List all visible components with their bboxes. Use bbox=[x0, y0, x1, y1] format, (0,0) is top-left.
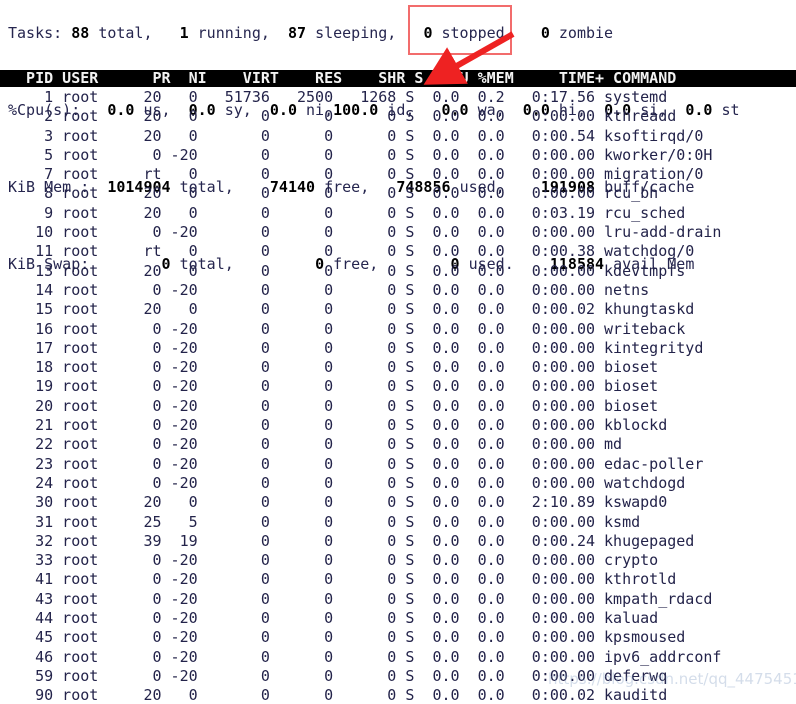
table-row[interactable]: 30 root 20 0 0 0 0 S 0.0 0.0 2:10.89 ksw… bbox=[8, 493, 796, 512]
table-row[interactable]: 21 root 0 -20 0 0 0 S 0.0 0.0 0:00.00 kb… bbox=[8, 416, 796, 435]
table-row[interactable]: 41 root 0 -20 0 0 0 S 0.0 0.0 0:00.00 kt… bbox=[8, 570, 796, 589]
table-header-bar: PID USER PR NI VIRT RES SHR S %CPU %MEM … bbox=[0, 70, 796, 87]
table-row[interactable]: 16 root 0 -20 0 0 0 S 0.0 0.0 0:00.00 wr… bbox=[8, 320, 796, 339]
table-row[interactable]: 19 root 0 -20 0 0 0 S 0.0 0.0 0:00.00 bi… bbox=[8, 377, 796, 396]
tasks-stopped-label: stopped, bbox=[441, 23, 514, 42]
table-row[interactable]: 14 root 0 -20 0 0 0 S 0.0 0.0 0:00.00 ne… bbox=[8, 281, 796, 300]
table-row[interactable]: 23 root 0 -20 0 0 0 S 0.0 0.0 0:00.00 ed… bbox=[8, 455, 796, 474]
table-row[interactable]: 2 root 20 0 0 0 0 S 0.0 0.0 0:00.00 kthr… bbox=[8, 107, 796, 126]
table-row[interactable]: 17 root 0 -20 0 0 0 S 0.0 0.0 0:00.00 ki… bbox=[8, 339, 796, 358]
table-row[interactable]: 22 root 0 -20 0 0 0 S 0.0 0.0 0:00.00 md bbox=[8, 435, 796, 454]
tasks-total-label: total, bbox=[98, 23, 153, 42]
table-row[interactable]: 33 root 0 -20 0 0 0 S 0.0 0.0 0:00.00 cr… bbox=[8, 551, 796, 570]
table-row[interactable]: 15 root 20 0 0 0 0 S 0.0 0.0 0:00.02 khu… bbox=[8, 300, 796, 319]
table-row[interactable]: 46 root 0 -20 0 0 0 S 0.0 0.0 0:00.00 ip… bbox=[8, 648, 796, 667]
table-header-text[interactable]: PID USER PR NI VIRT RES SHR S %CPU %MEM … bbox=[8, 70, 676, 87]
tasks-zombie-label: zombie bbox=[558, 23, 614, 42]
table-row[interactable]: 10 root 0 -20 0 0 0 S 0.0 0.0 0:00.00 lr… bbox=[8, 223, 796, 242]
tasks-sleeping-label: sleeping, bbox=[315, 23, 397, 42]
tasks-sleeping-value: 87 bbox=[287, 23, 307, 42]
table-row[interactable]: 18 root 0 -20 0 0 0 S 0.0 0.0 0:00.00 bi… bbox=[8, 358, 796, 377]
tasks-zombie-value: 0 bbox=[540, 23, 550, 42]
table-row[interactable]: 20 root 0 -20 0 0 0 S 0.0 0.0 0:00.00 bi… bbox=[8, 397, 796, 416]
table-row[interactable]: 44 root 0 -20 0 0 0 S 0.0 0.0 0:00.00 ka… bbox=[8, 609, 796, 628]
table-row[interactable]: 7 root rt 0 0 0 0 S 0.0 0.0 0:00.00 migr… bbox=[8, 165, 796, 184]
table-row[interactable]: 13 root 20 0 0 0 0 S 0.0 0.0 0:00.00 kde… bbox=[8, 262, 796, 281]
summary-line-tasks: Tasks: 88 total, 1 running, 87 sleeping,… bbox=[8, 24, 740, 43]
tasks-total-value: 88 bbox=[71, 23, 90, 42]
tasks-label: Tasks: bbox=[8, 23, 63, 42]
process-list: 1 root 20 0 51736 2500 1268 S 0.0 0.2 0:… bbox=[8, 88, 796, 704]
table-row[interactable]: 9 root 20 0 0 0 0 S 0.0 0.0 0:03.19 rcu_… bbox=[8, 204, 796, 223]
tasks-running-value: 1 bbox=[179, 23, 189, 42]
top-terminal-screen: Tasks: 88 total, 1 running, 87 sleeping,… bbox=[0, 0, 796, 704]
table-row[interactable]: 5 root 0 -20 0 0 0 S 0.0 0.0 0:00.00 kwo… bbox=[8, 146, 796, 165]
table-row[interactable]: 32 root 39 19 0 0 0 S 0.0 0.0 0:00.24 kh… bbox=[8, 532, 796, 551]
table-row[interactable]: 43 root 0 -20 0 0 0 S 0.0 0.0 0:00.00 km… bbox=[8, 590, 796, 609]
table-row[interactable]: 24 root 0 -20 0 0 0 S 0.0 0.0 0:00.00 wa… bbox=[8, 474, 796, 493]
table-row[interactable]: 90 root 20 0 0 0 0 S 0.0 0.0 0:00.02 kau… bbox=[8, 686, 796, 704]
tasks-running-label: running, bbox=[197, 23, 270, 42]
table-row[interactable]: 31 root 25 5 0 0 0 S 0.0 0.0 0:00.00 ksm… bbox=[8, 513, 796, 532]
table-row[interactable]: 59 root 0 -20 0 0 0 S 0.0 0.0 0:00.00 de… bbox=[8, 667, 796, 686]
table-row[interactable]: 1 root 20 0 51736 2500 1268 S 0.0 0.2 0:… bbox=[8, 88, 796, 107]
table-row[interactable]: 3 root 20 0 0 0 0 S 0.0 0.0 0:00.54 ksof… bbox=[8, 127, 796, 146]
table-row[interactable]: 11 root rt 0 0 0 0 S 0.0 0.0 0:00.38 wat… bbox=[8, 242, 796, 261]
table-row[interactable]: 8 root 20 0 0 0 0 S 0.0 0.0 0:00.00 rcu_… bbox=[8, 184, 796, 203]
table-row[interactable]: 45 root 0 -20 0 0 0 S 0.0 0.0 0:00.00 kp… bbox=[8, 628, 796, 647]
